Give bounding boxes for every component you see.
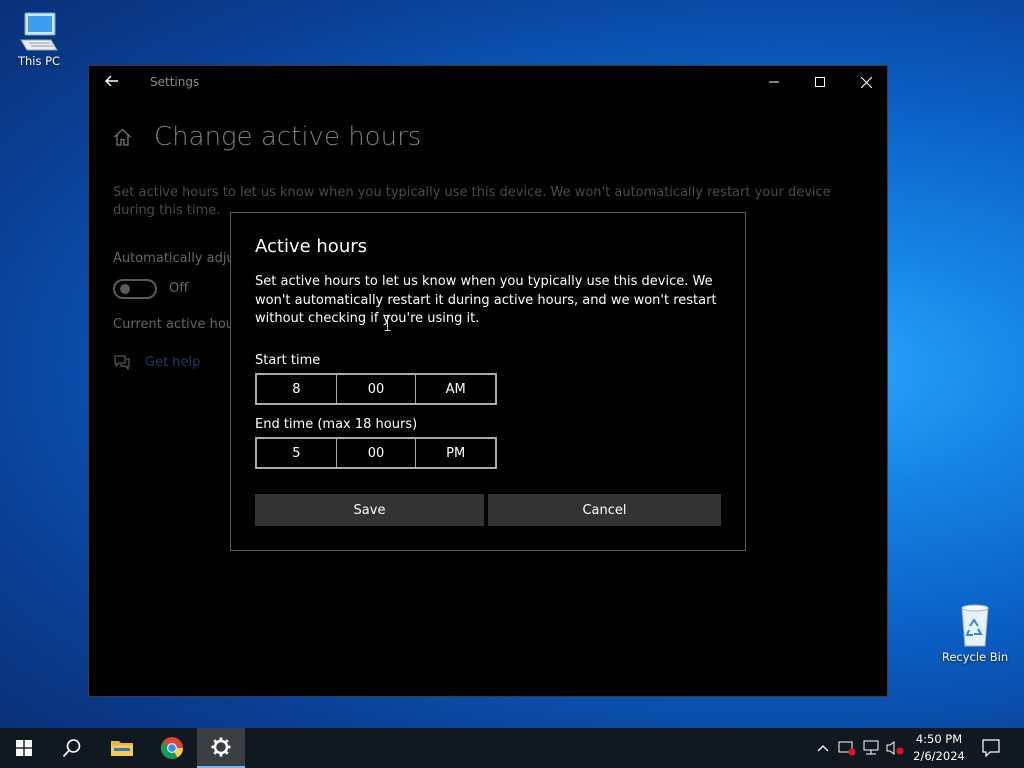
desktop-icon-recycle-bin[interactable]: Recycle Bin <box>940 602 1010 664</box>
security-tray-button[interactable] <box>836 728 858 768</box>
show-hidden-icons-button[interactable] <box>812 728 834 768</box>
cancel-button[interactable]: Cancel <box>488 494 721 526</box>
minimize-icon <box>769 81 779 83</box>
taskbar: 4:50 PM 2/6/2024 <box>0 728 1024 768</box>
window-title: Settings <box>150 75 200 89</box>
network-tray-button[interactable] <box>860 728 882 768</box>
chrome-icon <box>161 737 183 759</box>
close-button[interactable] <box>843 66 889 98</box>
current-active-hours-label: Current active hour <box>113 317 240 332</box>
clock-time: 4:50 PM <box>915 732 963 746</box>
start-time-label: Start time <box>255 353 321 368</box>
gear-icon <box>211 737 231 757</box>
volume-muted-icon <box>886 741 904 755</box>
settings-taskbar-button[interactable] <box>197 728 245 768</box>
network-icon <box>863 740 879 755</box>
save-button[interactable]: Save <box>255 494 484 526</box>
file-explorer-button[interactable] <box>98 728 146 768</box>
toggle-state-label: Off <box>169 281 189 296</box>
volume-tray-button[interactable] <box>884 728 906 768</box>
minimize-button[interactable] <box>751 66 797 98</box>
maximize-icon <box>815 77 825 87</box>
taskbar-clock[interactable]: 4:50 PM 2/6/2024 <box>906 731 972 765</box>
home-icon[interactable] <box>113 128 132 150</box>
page-title: Change active hours <box>154 122 422 152</box>
security-warning-icon <box>838 741 856 756</box>
desktop-icon-label: Recycle Bin <box>941 650 1009 664</box>
title-bar[interactable]: Settings <box>89 66 887 98</box>
maximize-button[interactable] <box>797 66 843 98</box>
recycle-bin-icon <box>961 604 989 647</box>
notification-icon <box>982 739 1000 757</box>
start-button[interactable] <box>0 728 48 768</box>
windows-logo-icon <box>16 740 32 756</box>
active-hours-dialog: Active hours Set active hours to let us … <box>230 212 746 551</box>
end-time-label: End time (max 18 hours) <box>255 417 418 432</box>
computer-icon <box>20 12 58 51</box>
get-help-link[interactable]: Get help <box>145 355 200 370</box>
folder-icon <box>111 741 133 756</box>
start-period[interactable]: AM <box>416 375 495 403</box>
chrome-button[interactable] <box>148 728 196 768</box>
desktop-icon-this-pc[interactable]: This PC <box>4 10 74 68</box>
auto-adjust-label: Automatically adjus <box>113 251 242 266</box>
desktop-icon-label: This PC <box>17 54 61 68</box>
close-icon <box>860 76 872 88</box>
search-button[interactable] <box>48 728 96 768</box>
clock-date: 2/6/2024 <box>913 749 965 763</box>
search-icon <box>62 739 81 758</box>
text-cursor-icon <box>384 315 391 331</box>
end-period[interactable]: PM <box>416 439 495 467</box>
start-time-picker[interactable]: 8 00 AM <box>255 373 497 405</box>
end-hour[interactable]: 5 <box>257 439 337 467</box>
auto-adjust-toggle[interactable] <box>113 279 157 299</box>
action-center-button[interactable] <box>978 728 1004 768</box>
dialog-title: Active hours <box>255 236 368 257</box>
chevron-up-icon <box>817 745 829 752</box>
start-hour[interactable]: 8 <box>257 375 337 403</box>
end-time-picker[interactable]: 5 00 PM <box>255 437 497 469</box>
end-minute[interactable]: 00 <box>337 439 417 467</box>
back-arrow-icon[interactable] <box>101 72 123 92</box>
dialog-body: Set active hours to let us know when you… <box>255 274 717 326</box>
help-chat-icon <box>113 354 131 374</box>
start-minute[interactable]: 00 <box>337 375 417 403</box>
